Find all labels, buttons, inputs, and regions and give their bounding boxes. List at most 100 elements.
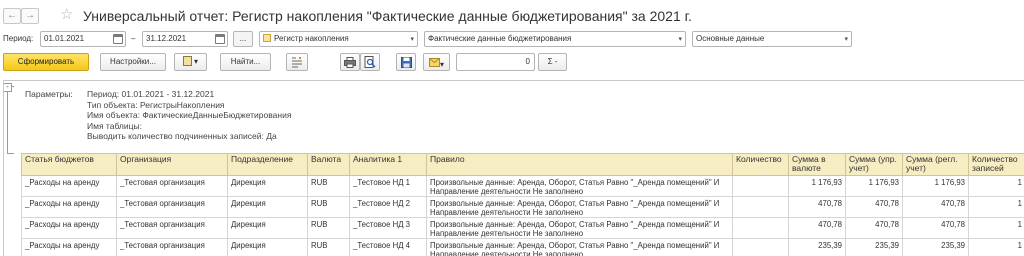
selected-cells-sum-field[interactable]: 0 [456,53,535,71]
calendar-icon[interactable] [215,34,225,44]
table-cell[interactable]: _Тестовая организация [116,238,228,256]
table-cell[interactable] [732,238,789,256]
chevron-down-icon: ▾ [193,57,198,66]
back-arrow-icon[interactable]: ← [3,8,21,24]
column-header[interactable]: Организация [116,153,228,176]
calendar-icon[interactable] [113,34,123,44]
register-icon [263,34,271,42]
table-cell[interactable]: RUB [307,196,350,218]
table-cell[interactable]: 1 176,93 [845,175,903,197]
table-cell[interactable]: _Расходы на аренду [21,175,117,197]
table-cell[interactable]: _Расходы на аренду [21,238,117,256]
chevron-down-icon[interactable]: ▾ [410,33,414,46]
table-cell[interactable]: 235,39 [845,238,903,256]
table-cell[interactable]: 1 [968,217,1024,239]
table-cell[interactable]: _Тестовая организация [116,217,228,239]
table-cell[interactable]: Дирекция [227,217,308,239]
table-cell[interactable]: Произвольные данные: Аренда, Оборот, Ста… [426,175,733,197]
choose-period-button[interactable]: ... [233,31,253,47]
report-variants-button[interactable]: ▾ [174,53,207,71]
table-cell[interactable]: 1 176,93 [788,175,846,197]
table-row[interactable]: _Расходы на аренду _Тестовая организация… [21,238,1024,256]
table-cell[interactable]: Дирекция [227,196,308,218]
column-header[interactable]: Сумма в валюте [788,153,846,176]
table-cell[interactable]: _Расходы на аренду [21,196,117,218]
column-header[interactable]: Количество [732,153,789,176]
table-cell[interactable] [732,217,789,239]
parameters-group-bracket: - [4,83,14,154]
magnifier-page-icon [364,56,376,68]
column-header[interactable]: Валюта [307,153,350,176]
table-cell[interactable]: 235,39 [788,238,846,256]
generate-button[interactable]: Сформировать [3,53,89,71]
table-cell[interactable]: RUB [307,217,350,239]
table-cell[interactable] [732,196,789,218]
table-cell[interactable]: _Тестовое НД 4 [349,238,427,256]
table-cell[interactable]: 470,78 [788,217,846,239]
table-cell[interactable]: RUB [307,175,350,197]
table-cell[interactable]: _Тестовое НД 1 [349,175,427,197]
table-cell[interactable]: Произвольные данные: Аренда, Оборот, Ста… [426,238,733,256]
sum-mode-button[interactable]: Σ - [538,53,567,71]
table-cell[interactable]: 1 [968,196,1024,218]
date-from-field[interactable]: 01.01.2021 [40,31,126,47]
column-header[interactable]: Подразделение [227,153,308,176]
column-header[interactable]: Правило [426,153,733,176]
floppy-disk-icon [400,57,412,68]
table-cell[interactable]: 470,78 [845,217,903,239]
table-cell[interactable]: 1 [968,238,1024,256]
table-cell[interactable]: 470,78 [845,196,903,218]
column-header[interactable]: Статья бюджетов [21,153,117,176]
report-spreadsheet[interactable]: - Параметры: Период: 01.01.2021 - 31.12.… [3,80,1024,256]
data-mode-select[interactable]: Основные данные ▾ [692,31,852,47]
column-header[interactable]: Аналитика 1 [349,153,427,176]
table-cell[interactable]: Произвольные данные: Аренда, Оборот, Ста… [426,196,733,218]
column-header[interactable]: Количество записей [968,153,1024,176]
table-cell[interactable]: Произвольные данные: Аренда, Оборот, Ста… [426,217,733,239]
table-cell[interactable]: _Тестовое НД 3 [349,217,427,239]
table-cell[interactable]: 235,39 [902,238,969,256]
table-cell[interactable]: _Тестовое НД 2 [349,196,427,218]
chevron-down-icon[interactable]: ▾ [678,33,682,46]
table-cell[interactable]: Дирекция [227,238,308,256]
source-name-select[interactable]: Фактические данные бюджетирования ▾ [424,31,686,47]
structure-settings-button[interactable] [286,53,308,71]
chevron-down-icon[interactable]: ▾ [844,33,848,46]
parameters-label: Параметры: [25,89,73,99]
table-cell[interactable]: _Расходы на аренду [21,217,117,239]
table-row[interactable]: _Расходы на аренду _Тестовая организация… [21,196,1024,218]
report-table: Статья бюджетов Организация Подразделени… [21,153,1024,256]
period-dash: – [131,34,136,43]
find-button[interactable]: Найти... [220,53,271,71]
source-type-select[interactable]: Регистр накопления ▾ [259,31,418,47]
column-header[interactable]: Сумма (регл. учет) [902,153,969,176]
table-cell[interactable]: 1 176,93 [902,175,969,197]
settings-button[interactable]: Настройки... [100,53,166,71]
table-cell[interactable]: _Тестовая организация [116,175,228,197]
collapse-group-icon[interactable]: - [4,83,12,92]
favorite-star-icon[interactable]: ☆ [60,5,73,25]
table-cell[interactable]: Дирекция [227,175,308,197]
date-to-value: 31.12.2021 [146,34,187,43]
forward-arrow-icon[interactable]: → [21,8,39,24]
column-header[interactable]: Сумма (упр. учет) [845,153,903,176]
print-button[interactable] [340,53,360,71]
table-cell[interactable]: 470,78 [902,196,969,218]
send-email-button[interactable]: ▾ [423,53,450,71]
data-mode-value: Основные данные [696,34,765,43]
save-button[interactable] [396,53,416,71]
window-title: Универсальный отчет: Регистр накопления … [83,8,692,24]
table-cell[interactable]: 1 [968,175,1024,197]
table-cell[interactable]: 470,78 [902,217,969,239]
table-cell[interactable] [732,175,789,197]
clipboard-icon [182,56,192,66]
table-row[interactable]: _Расходы на аренду _Тестовая организация… [21,217,1024,239]
table-row[interactable]: _Расходы на аренду _Тестовая организация… [21,175,1024,197]
table-cell[interactable]: 470,78 [788,196,846,218]
tree-structure-icon [292,57,302,68]
table-cell[interactable]: _Тестовая организация [116,196,228,218]
preview-button[interactable] [360,53,380,71]
table-cell[interactable]: RUB [307,238,350,256]
printer-icon [344,57,356,68]
date-to-field[interactable]: 31.12.2021 [142,31,228,47]
